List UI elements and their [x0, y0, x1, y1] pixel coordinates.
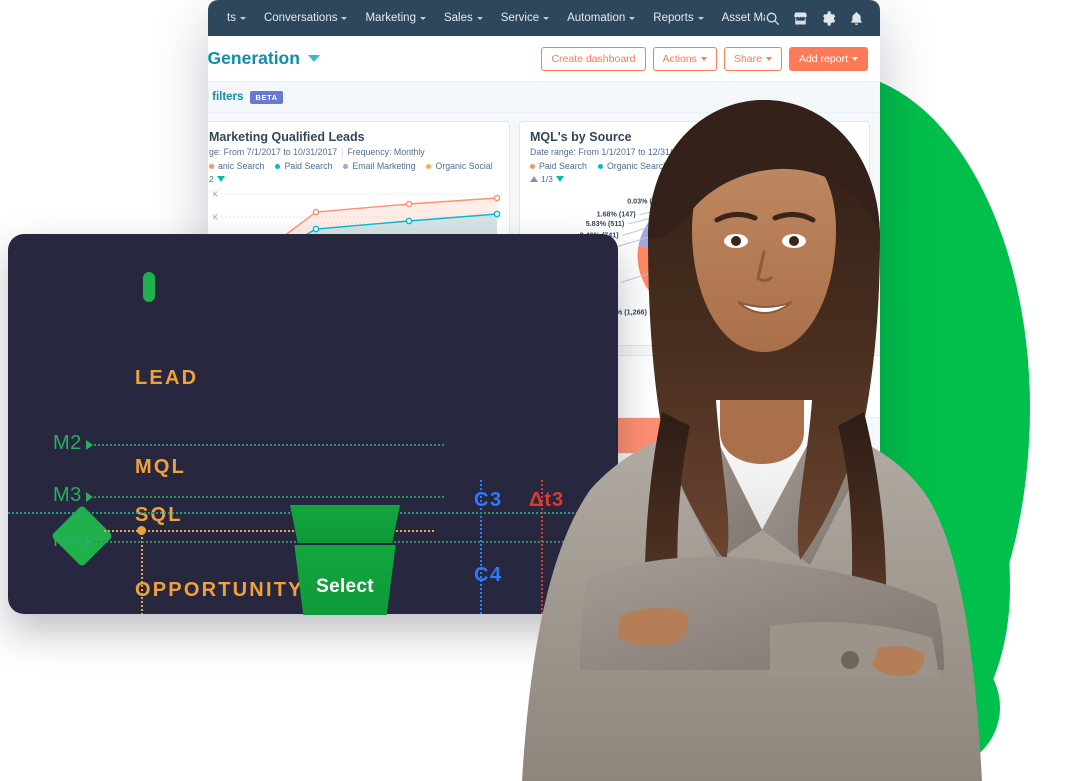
nav-item-label: Asset Marketplace: [721, 12, 765, 24]
chevron-down-icon: [239, 16, 246, 20]
legend-pager[interactable]: 2: [209, 174, 501, 184]
chevron-down-icon: [543, 16, 550, 20]
green-pill-marker: [143, 272, 155, 302]
nav-item-sales[interactable]: Sales: [435, 12, 492, 24]
nav-item-service[interactable]: Service: [492, 12, 558, 24]
legend-item-organic-search[interactable]: anic Search: [209, 161, 264, 171]
funnel-stage-select-label: Select: [316, 576, 374, 597]
milestone-arrow-m3: [86, 492, 93, 502]
legend-swatch-icon: [343, 163, 349, 169]
chart-legend: anic Search Paid Search Email Marketing: [209, 161, 501, 171]
milestone-line-m2: [94, 444, 444, 446]
legend-label: Email Marketing: [352, 161, 416, 171]
nav-item-label: Sales: [443, 12, 473, 24]
search-icon[interactable]: [765, 11, 780, 26]
frequency-text: Frequency: Monthly: [347, 147, 425, 157]
page-title: d Generation: [208, 48, 300, 68]
legend-swatch-icon: [209, 163, 214, 169]
dashboard-title-selector[interactable]: d Generation: [208, 48, 320, 69]
legend-label: anic Search: [218, 161, 265, 171]
person-illustration: [522, 100, 982, 781]
top-navigation-bar: ts Conversations Marketing Sales Service: [208, 0, 880, 36]
nav-item-label: Automation: [567, 12, 626, 24]
nav-item-marketing[interactable]: Marketing: [356, 12, 435, 24]
nav-item-reports[interactable]: Reports: [644, 12, 712, 24]
nav-item-asset-marketplace[interactable]: Asset Marketplace: [713, 12, 765, 24]
dashboard-filters-label: oard filters: [208, 91, 244, 103]
chevron-down-icon: [419, 16, 426, 20]
date-range-text: ge: From 7/1/2017 to 10/31/2017: [209, 147, 338, 157]
bell-icon[interactable]: [849, 11, 864, 26]
milestone-label-m3: M3: [53, 484, 82, 506]
gear-icon[interactable]: [821, 10, 836, 26]
stage-label-mql: MQL: [135, 456, 187, 478]
legend-swatch-icon: [426, 163, 432, 169]
nav-item-label: Marketing: [365, 12, 416, 24]
chevron-down-icon[interactable]: [216, 176, 225, 182]
svg-text:K: K: [213, 190, 218, 199]
nav-item-label: Reports: [653, 12, 694, 24]
milestone-label-m2: M2: [53, 432, 82, 454]
stage-label-opportunity: OPPORTUNITY: [135, 579, 304, 601]
milestone-label-m4: M4: [53, 529, 82, 551]
milestone-line-m3: [94, 496, 444, 498]
nav-icon-group: [765, 10, 870, 26]
milestone-arrow-m4: [86, 537, 93, 547]
legend-item-paid-search[interactable]: Paid Search: [275, 161, 332, 171]
stage-label-sql: SQL: [135, 504, 183, 526]
nav-menu: ts Conversations Marketing Sales Service: [218, 12, 765, 24]
marketplace-icon[interactable]: [793, 11, 808, 26]
funnel-segment-upper: [290, 505, 400, 543]
chevron-down-icon: [476, 16, 483, 20]
nav-item-label: ts: [227, 12, 236, 24]
chevron-down-icon: [341, 16, 348, 20]
card-date-range: ge: From 7/1/2017 to 10/31/2017 | Frequenc…: [209, 147, 425, 157]
chevron-down-icon: [629, 16, 636, 20]
svg-text:K: K: [213, 213, 218, 222]
card-title: Marketing Qualified Leads: [209, 130, 365, 144]
pager-text: 2: [209, 174, 214, 184]
person-photo: [470, 60, 1030, 781]
nav-item-label: Conversations: [263, 12, 338, 24]
page-root: M2 M3 M4 LEAD MQL SQL OPPORTUNITY C3 C4 …: [0, 0, 1088, 781]
legend-item-email-marketing[interactable]: Email Marketing: [343, 161, 415, 171]
legend-label: Paid Search: [284, 161, 333, 171]
legend-swatch-icon: [275, 163, 281, 169]
nav-item-conversations[interactable]: Conversations: [255, 12, 357, 24]
beta-badge: BETA: [250, 90, 283, 104]
nav-item-automation[interactable]: Automation: [558, 12, 644, 24]
chevron-down-icon: [697, 16, 704, 20]
chevron-down-icon: [307, 55, 320, 62]
milestone-arrow-m2: [86, 440, 93, 450]
nav-item-label: Service: [500, 12, 540, 24]
stage-label-lead: LEAD: [135, 367, 199, 389]
nav-item-ts[interactable]: ts: [218, 12, 255, 24]
